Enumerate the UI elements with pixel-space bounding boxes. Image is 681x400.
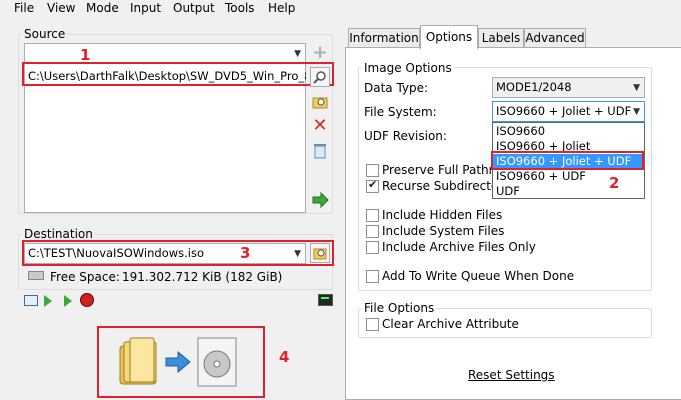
recurse-subdirectories-checkbox[interactable]	[366, 178, 379, 193]
clear-archive-attribute-label: Clear Archive Attribute	[382, 317, 519, 331]
file-system-option-udf[interactable]: UDF	[493, 184, 644, 199]
browse-folder-button[interactable]	[310, 92, 330, 112]
menu-tools[interactable]: Tools	[225, 0, 255, 16]
console-icon[interactable]	[318, 294, 333, 306]
add-source-button[interactable]: +	[310, 43, 330, 63]
include-system-files-checkbox[interactable]	[366, 225, 379, 238]
folder-to-disc-icon	[119, 337, 237, 387]
add-to-write-queue-checkbox[interactable]	[366, 270, 379, 283]
reset-settings-link[interactable]: Reset Settings	[468, 368, 555, 382]
tab-options[interactable]: Options	[420, 25, 478, 49]
console-cursor-icon	[321, 297, 329, 299]
free-space-value: 191.302.712 KiB (182 GiB)	[122, 270, 283, 284]
tab-advanced[interactable]: Advanced	[524, 28, 586, 48]
annotation-number-4: 4	[279, 348, 290, 366]
menu-output[interactable]: Output	[173, 0, 215, 16]
annotation-box-2	[491, 151, 644, 170]
include-archive-files-only-checkbox[interactable]	[366, 241, 379, 254]
free-space-label: Free Space:	[50, 270, 120, 284]
play-icon[interactable]	[44, 295, 52, 307]
image-options-legend: Image Options	[362, 61, 454, 75]
log-window-icon[interactable]	[24, 295, 38, 306]
annotation-number-1: 1	[80, 46, 91, 64]
data-type-value: MODE1/2048	[496, 80, 572, 94]
annotation-number-2: 2	[609, 174, 620, 192]
menu-file[interactable]: File	[14, 0, 34, 16]
include-archive-files-only-label: Include Archive Files Only	[382, 240, 536, 254]
menu-input[interactable]: Input	[130, 0, 161, 16]
build-button[interactable]	[114, 334, 254, 390]
clear-sources-button[interactable]	[310, 141, 330, 161]
destination-label: Destination	[22, 227, 95, 241]
tab-labels[interactable]: Labels	[478, 28, 524, 48]
include-hidden-files-checkbox[interactable]	[366, 209, 379, 222]
file-system-select[interactable]: ISO9660 + Joliet + UDF ▼	[492, 101, 645, 122]
chevron-down-icon: ▼	[633, 107, 640, 117]
remove-source-button[interactable]: ✕	[310, 116, 330, 136]
data-type-label: Data Type:	[364, 81, 429, 95]
udf-revision-label: UDF Revision:	[364, 129, 447, 143]
tab-information[interactable]: Information	[348, 28, 420, 48]
green-arrow-icon	[312, 192, 329, 208]
red-x-icon: ✕	[312, 115, 328, 136]
drive-icon	[28, 271, 44, 280]
include-hidden-files-label: Include Hidden Files	[382, 208, 503, 222]
annotation-number-3: 3	[240, 244, 251, 262]
file-system-option-iso9660-udf[interactable]: ISO9660 + UDF	[493, 169, 644, 184]
magnifier-folder-icon	[312, 97, 328, 109]
source-label: Source	[22, 27, 68, 41]
clear-archive-attribute-checkbox[interactable]	[366, 318, 379, 331]
file-options-legend: File Options	[362, 301, 437, 315]
menu-bar: File View Mode Input Output Tools Help	[0, 0, 681, 18]
play-icon-2[interactable]	[64, 295, 72, 307]
menu-mode[interactable]: Mode	[86, 0, 119, 16]
menu-help[interactable]: Help	[268, 0, 295, 16]
add-to-write-queue-label: Add To Write Queue When Done	[382, 269, 575, 283]
browse-source-button[interactable]	[310, 67, 330, 87]
chevron-down-icon: ▼	[633, 83, 640, 93]
source-history-dropdown[interactable]: ▼	[24, 43, 306, 64]
include-system-files-label: Include System Files	[382, 224, 505, 238]
record-icon[interactable]	[80, 293, 94, 307]
preserve-full-pathnames-checkbox[interactable]	[366, 164, 379, 177]
chevron-down-icon: ▼	[294, 49, 301, 59]
go-button[interactable]	[310, 190, 330, 210]
annotation-box-1	[22, 62, 334, 86]
menu-view[interactable]: View	[47, 0, 75, 16]
recycle-bin-icon	[314, 144, 326, 159]
magnifier-icon	[313, 71, 326, 84]
file-system-label: File System:	[364, 105, 437, 119]
data-type-select[interactable]: MODE1/2048 ▼	[492, 77, 645, 98]
file-system-value: ISO9660 + Joliet + UDF	[496, 104, 632, 118]
annotation-box-3	[22, 240, 334, 266]
plus-icon: +	[312, 42, 328, 63]
file-system-option-iso9660[interactable]: ISO9660	[493, 124, 644, 139]
